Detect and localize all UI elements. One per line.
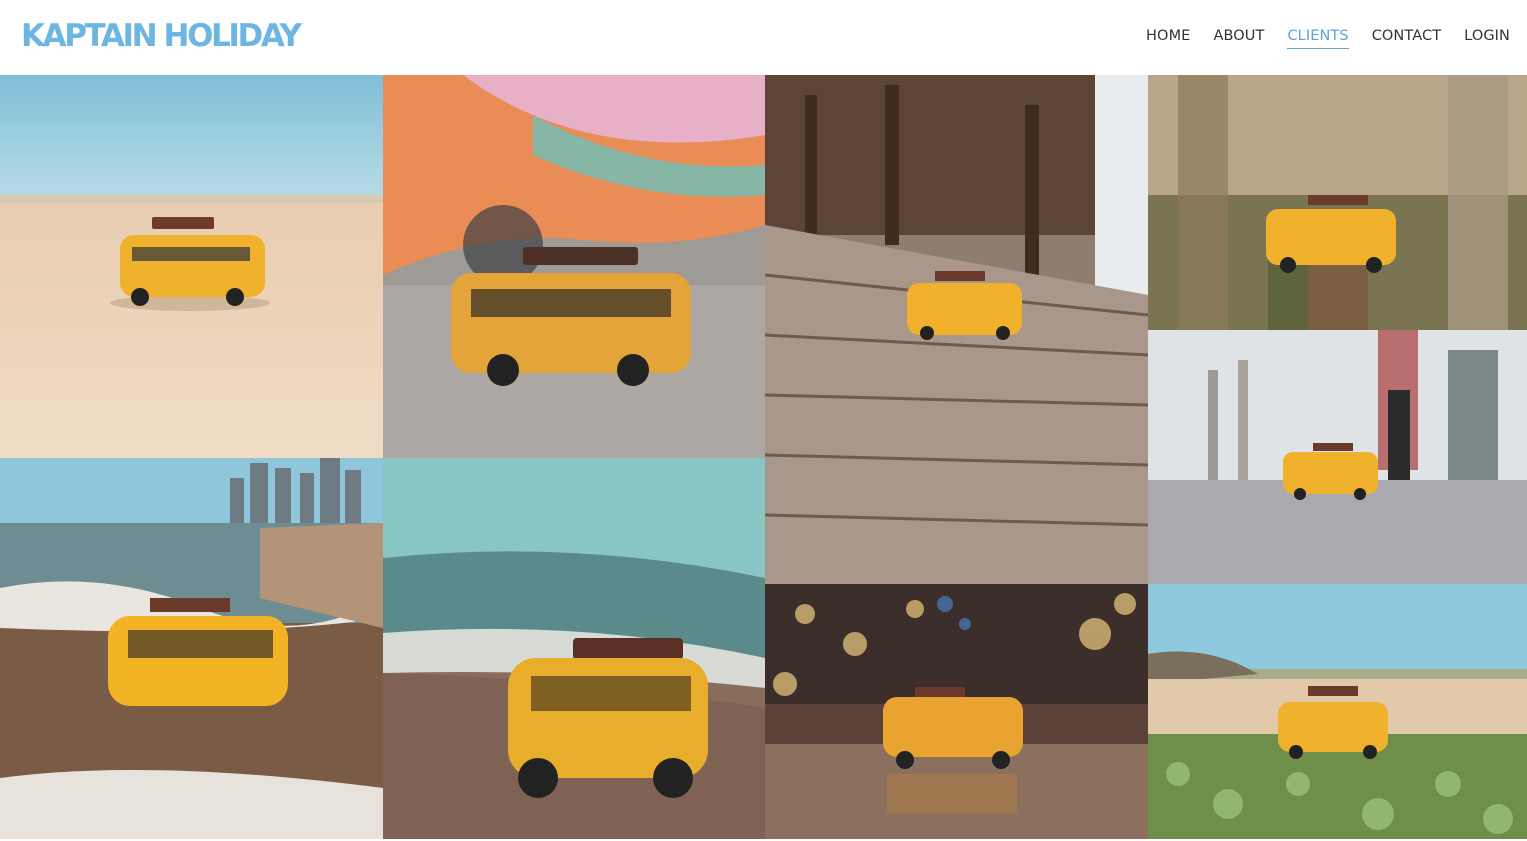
nav-clients[interactable]: CLIENTS: [1287, 26, 1349, 49]
photo-image: [1148, 330, 1527, 584]
gallery-photo-sea-waves[interactable]: [0, 458, 383, 839]
gallery-photo-reflective-floor[interactable]: [765, 584, 1148, 839]
main-nav: HOME ABOUT CLIENTS CONTACT LOGIN: [1146, 26, 1510, 49]
photo-image: [765, 75, 1148, 584]
photo-image: [765, 584, 1148, 839]
gallery-photo-pavement[interactable]: [1148, 330, 1527, 584]
gallery-photo-wooden-deck[interactable]: [765, 75, 1148, 584]
photo-image: [383, 458, 765, 839]
photo-image: [0, 458, 383, 839]
nav-about[interactable]: ABOUT: [1213, 26, 1264, 49]
nav-contact[interactable]: CONTACT: [1372, 26, 1441, 49]
gallery-photo-shore[interactable]: [383, 458, 765, 839]
gallery-photo-grass-beach[interactable]: [1148, 584, 1527, 839]
gallery-photo-wooden-post[interactable]: [1148, 75, 1527, 330]
photo-image: [1148, 584, 1527, 839]
nav-home[interactable]: HOME: [1146, 26, 1190, 49]
photo-image: [1148, 75, 1527, 330]
nav-login[interactable]: LOGIN: [1464, 26, 1510, 49]
photo-image: [0, 75, 383, 458]
site-logo[interactable]: KAPTAIN HOLIDAY: [21, 14, 302, 58]
site-header: KAPTAIN HOLIDAY HOME ABOUT CLIENTS CONTA…: [0, 0, 1527, 75]
photo-image: [383, 75, 765, 458]
gallery-photo-painted-van[interactable]: [383, 75, 765, 458]
gallery-photo-beach-sand[interactable]: [0, 75, 383, 458]
